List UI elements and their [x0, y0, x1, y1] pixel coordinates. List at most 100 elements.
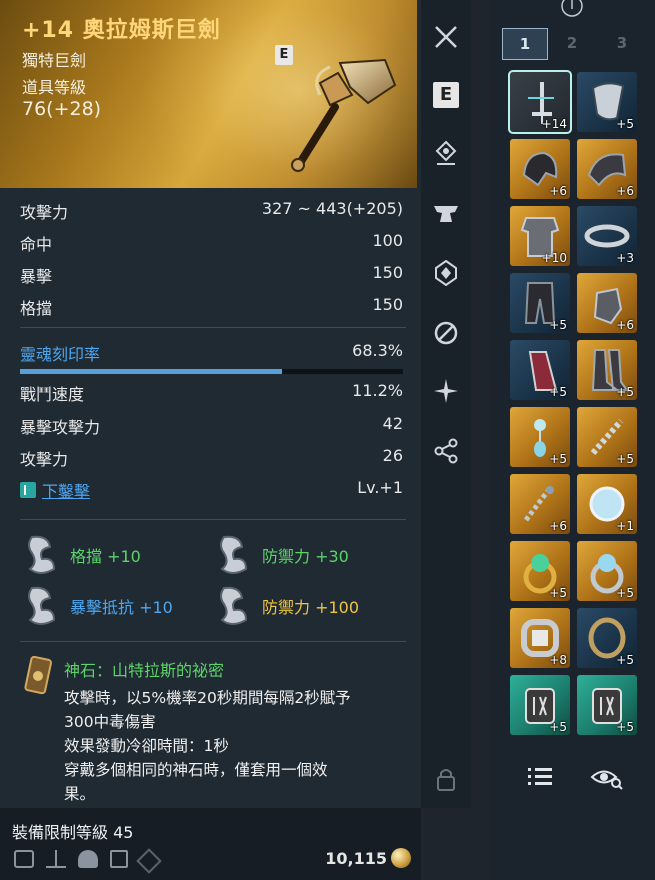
inspect-icon[interactable]: [590, 764, 624, 790]
diamond-icon: [136, 848, 162, 874]
item-name: +14 奧拉姆斯巨劍: [22, 18, 221, 43]
sparkle-icon[interactable]: [433, 378, 459, 404]
enchant-level: +6: [549, 519, 567, 533]
scale-icon: [46, 850, 66, 868]
enchant-level: +6: [616, 184, 634, 198]
compass-icon: [561, 0, 583, 17]
skill-name[interactable]: 下鑿擊: [42, 478, 90, 502]
soul-engrave-bar-fill: [20, 369, 282, 374]
manastone-slot: 防禦力 +100: [216, 584, 359, 628]
equipment-slot-shoulder[interactable]: +6: [577, 139, 637, 199]
location-icon[interactable]: [433, 140, 459, 166]
enchant-level: +5: [549, 452, 567, 466]
item-type: 獨特巨劍: [22, 51, 87, 70]
manastone-icon: [28, 586, 56, 625]
enchant-level: +5: [549, 385, 567, 399]
manastone-icon: [220, 586, 248, 625]
enchant-level: +5: [616, 452, 634, 466]
godstone-desc-line: 果。: [64, 785, 96, 803]
godstone-desc-line: 攻擊時，以5%機率20秒期間每隔2秒賦予: [64, 689, 351, 707]
manastone-label: 防禦力 +100: [262, 598, 360, 617]
link-icon[interactable]: [433, 320, 459, 346]
price-value: 10,115: [325, 848, 387, 868]
enchant-level: +5: [549, 586, 567, 600]
equipment-slot-rune-stone-left[interactable]: +5: [510, 675, 570, 735]
godstone-desc-line: 300中毒傷害: [64, 713, 156, 731]
soul-engrave-value: 68.3%: [352, 341, 403, 360]
stat-value: 150: [372, 295, 403, 314]
share-icon[interactable]: [433, 438, 459, 464]
divider: [20, 519, 406, 520]
stat-label: 暴擊攻擊力: [20, 418, 101, 437]
stat-label: 攻擊力: [20, 450, 69, 469]
enchant-level: +6: [616, 318, 634, 332]
enchant-level: +14: [541, 117, 567, 131]
equipment-slot-helmet[interactable]: +6: [510, 139, 570, 199]
enchant-level: +5: [549, 318, 567, 332]
item-level-value: 76(+28): [22, 98, 102, 120]
enchant-level: +6: [549, 184, 567, 198]
close-icon[interactable]: [433, 24, 459, 50]
stat-row: 暴擊攻擊力 42: [20, 414, 403, 438]
item-price: 10,115: [325, 848, 411, 868]
equipment-slot-greatsword[interactable]: +14: [508, 70, 572, 134]
manastone-icon: [28, 535, 56, 574]
manastone-label: 格擋 +10: [70, 547, 141, 566]
equipment-slot-chest[interactable]: +10: [510, 206, 570, 266]
equipment-slot-earring-right[interactable]: +5: [577, 407, 637, 467]
anvil-icon[interactable]: [433, 200, 459, 226]
enchant-icon[interactable]: E: [433, 82, 459, 108]
stat-row: 暴擊 150: [20, 263, 403, 287]
stat-row: 格擋 150: [20, 295, 403, 319]
enchant-level: +5: [549, 720, 567, 734]
equipment-slot-shield[interactable]: +5: [577, 72, 637, 132]
manastone-label: 防禦力 +30: [262, 547, 349, 566]
stat-row: 攻擊力 26: [20, 446, 403, 470]
equipment-panel: 1 2 3 +14 +5 +6 +6 +10 +3 +5 +6 +5 +5 +5 +5 +6 +1 +5 +5…: [490, 0, 655, 880]
godstone-desc-line: 效果發動冷卻時間：1秒: [64, 737, 229, 755]
godstone-icon: [24, 655, 52, 695]
equipment-slot-necklace[interactable]: +6: [510, 474, 570, 534]
greatsword-icon: [291, 58, 397, 172]
equipment-slot-belt[interactable]: +3: [577, 206, 637, 266]
enchant-level: +5: [616, 117, 634, 131]
equipment-slot-ring-right[interactable]: +5: [577, 541, 637, 601]
item-tooltip: +14 奧拉姆斯巨劍 獨特巨劍 道具等級 76(+28) E 攻擊力 327 ~…: [0, 0, 421, 880]
enchant-level: +5: [616, 653, 634, 667]
stat-value: 150: [372, 263, 403, 282]
equipment-slot-boots[interactable]: +5: [577, 340, 637, 400]
equipment-tab-2[interactable]: 2: [550, 28, 594, 58]
list-icon[interactable]: [526, 764, 554, 790]
lock-icon[interactable]: [433, 766, 459, 792]
equipment-tab-3[interactable]: 3: [600, 28, 644, 58]
equipment-slot-pants[interactable]: +5: [510, 273, 570, 333]
item-header: +14 奧拉姆斯巨劍 獨特巨劍 道具等級 76(+28) E: [0, 0, 417, 188]
divider: [20, 327, 406, 328]
divider: [20, 641, 406, 642]
equipment-slot-cape[interactable]: +5: [510, 340, 570, 400]
equipment-tab-1[interactable]: 1: [502, 28, 548, 60]
trade-icon: [14, 850, 34, 868]
equipment-slot-gloves[interactable]: +6: [577, 273, 637, 333]
skill-level: Lv.+1: [357, 478, 403, 497]
enchant-level: +10: [541, 251, 567, 265]
equipment-slot-rune-stone-right[interactable]: +5: [577, 675, 637, 735]
soul-icon[interactable]: [433, 260, 459, 286]
equipment-slot-bracelet-right[interactable]: +5: [577, 608, 637, 668]
equipment-slot-earring-left[interactable]: +5: [510, 407, 570, 467]
stat-label: 暴擊: [20, 267, 53, 286]
manastone-slot: 暴擊抵抗 +10: [24, 584, 173, 628]
hand-icon: [78, 850, 98, 868]
soul-engrave-row: 靈魂刻印率 68.3%: [20, 341, 403, 365]
manastone-icon: [220, 535, 248, 574]
equipment-slot-bracelet-left[interactable]: +8: [510, 608, 570, 668]
equipment-slot-ring-left[interactable]: +5: [510, 541, 570, 601]
godstone-title: 神石：山特拉斯的祕密: [64, 661, 225, 680]
soul-engrave-label: 靈魂刻印率: [20, 345, 101, 364]
stat-value: 100: [372, 231, 403, 250]
stat-value: 42: [382, 414, 403, 433]
level-requirement: 裝備限制等級 45: [12, 823, 134, 842]
stat-label: 戰鬥速度: [20, 385, 85, 404]
equipment-slot-orb[interactable]: +1: [577, 474, 637, 534]
enchant-level: +3: [616, 251, 634, 265]
